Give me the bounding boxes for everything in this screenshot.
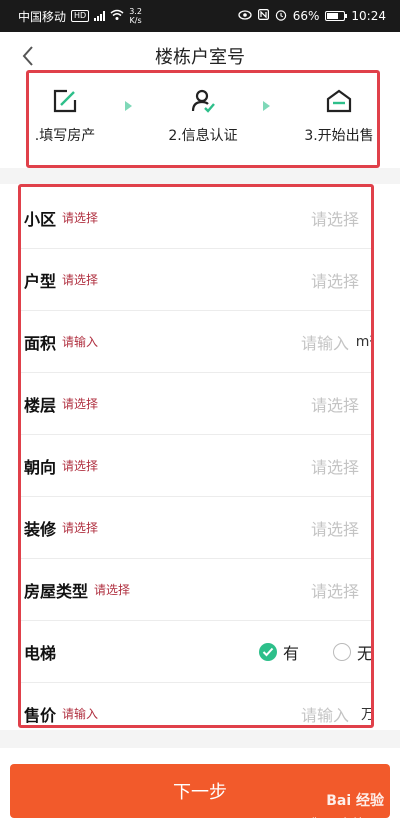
edit-square-icon bbox=[53, 89, 77, 113]
form-row-area[interactable]: 面积 请输入 请输入 m² bbox=[21, 311, 371, 373]
footer-divider bbox=[0, 730, 400, 748]
user-check-icon bbox=[191, 89, 215, 113]
field-hint: 请输入 bbox=[62, 335, 99, 349]
area-unit: m² bbox=[355, 333, 374, 350]
speed-unit: K/s bbox=[129, 16, 142, 25]
battery-fill bbox=[327, 13, 339, 19]
alarm-icon bbox=[275, 9, 287, 24]
step-start-sale: 3.开始出售 bbox=[279, 81, 399, 145]
speed-value: 3.2 bbox=[129, 7, 142, 16]
wifi-icon bbox=[110, 9, 124, 24]
step-verify-info: 2.信息认证 bbox=[143, 81, 263, 145]
eye-icon bbox=[238, 9, 252, 23]
field-hint: 请选择 bbox=[62, 459, 99, 473]
field-label: 小区 bbox=[24, 209, 57, 229]
layout-select[interactable]: 请选择 bbox=[311, 268, 359, 292]
field-hint: 请选择 bbox=[94, 583, 131, 597]
hd-badge: HD bbox=[71, 10, 90, 22]
step-label: .填写房产 bbox=[34, 128, 96, 144]
form-row-orientation[interactable]: 朝向 请选择 请选择 bbox=[21, 435, 371, 497]
form-row-floor[interactable]: 楼层 请选择 请选择 bbox=[21, 373, 371, 435]
watermark-url: jingyan.baidu.com bbox=[312, 816, 386, 825]
status-bar: 中国移动 HD 3.2 K/s 66% 10:24 bbox=[0, 0, 400, 32]
field-label: 面积 bbox=[24, 333, 57, 353]
step-arrow-icon bbox=[263, 101, 270, 111]
step-label: 2.信息认证 bbox=[168, 128, 238, 144]
battery-percent: 66% bbox=[292, 9, 320, 23]
community-select[interactable]: 请选择 bbox=[311, 206, 359, 230]
step-label: 3.开始出售 bbox=[304, 128, 374, 144]
area-input[interactable]: 请输入 bbox=[301, 330, 349, 354]
field-hint: 请选择 bbox=[62, 397, 99, 411]
house-type-select[interactable]: 请选择 bbox=[311, 578, 359, 602]
house-icon bbox=[326, 89, 352, 113]
form-row-layout[interactable]: 户型 请选择 请选择 bbox=[21, 249, 371, 311]
signal-icon bbox=[94, 11, 106, 21]
radio-label: 无 bbox=[357, 643, 374, 663]
field-label: 朝向 bbox=[24, 457, 57, 477]
field-label: 售价 bbox=[24, 705, 57, 725]
radio-circle-icon bbox=[333, 642, 351, 661]
form-row-community[interactable]: 小区 请选择 请选择 bbox=[21, 187, 371, 249]
field-hint: 请输入 bbox=[62, 707, 99, 721]
page-title: 楼栋户室号 bbox=[155, 47, 245, 68]
back-button[interactable] bbox=[14, 42, 42, 70]
elevator-yes-radio[interactable]: 有 bbox=[259, 640, 299, 664]
clock: 10:24 bbox=[351, 9, 386, 23]
floor-select[interactable]: 请选择 bbox=[311, 392, 359, 416]
form-row-house-type[interactable]: 房屋类型 请选择 请选择 bbox=[21, 559, 371, 621]
elevator-no-radio[interactable]: 无 bbox=[333, 640, 374, 664]
section-divider bbox=[0, 168, 400, 184]
decoration-select[interactable]: 请选择 bbox=[311, 516, 359, 540]
price-input[interactable]: 请输入 bbox=[301, 702, 349, 726]
form-row-price[interactable]: 售价 请输入 请输入 万 bbox=[21, 683, 374, 726]
nfc-icon bbox=[257, 9, 269, 23]
form-row-elevator: 电梯 有 无 bbox=[21, 621, 371, 683]
carrier-label: 中国移动 bbox=[18, 9, 67, 24]
field-label: 电梯 bbox=[24, 643, 57, 663]
field-hint: 请选择 bbox=[62, 521, 99, 535]
field-label: 房屋类型 bbox=[24, 581, 89, 601]
chevron-left-icon bbox=[22, 46, 33, 66]
field-label: 装修 bbox=[24, 519, 57, 539]
form-row-decoration[interactable]: 装修 请选择 请选择 bbox=[21, 497, 371, 559]
step-fill-property: .填写房产 bbox=[5, 81, 125, 145]
property-form: 小区 请选择 请选择 户型 请选择 请选择 面积 请输入 请输入 m² 楼层 请… bbox=[18, 184, 374, 728]
check-icon bbox=[259, 642, 277, 661]
field-label: 楼层 bbox=[24, 395, 57, 415]
field-label: 户型 bbox=[24, 271, 57, 291]
field-hint: 请选择 bbox=[62, 211, 99, 225]
radio-label: 有 bbox=[283, 643, 300, 663]
step-arrow-icon bbox=[125, 101, 132, 111]
price-unit: 万 bbox=[361, 706, 374, 723]
field-hint: 请选择 bbox=[62, 273, 99, 287]
network-speed: 3.2 K/s bbox=[129, 7, 142, 25]
progress-steps: .填写房产 2.信息认证 3.开始出售 bbox=[26, 70, 380, 168]
baidu-watermark: Bai 经验 bbox=[326, 793, 384, 809]
orientation-select[interactable]: 请选择 bbox=[311, 454, 359, 478]
battery-icon bbox=[325, 11, 348, 21]
